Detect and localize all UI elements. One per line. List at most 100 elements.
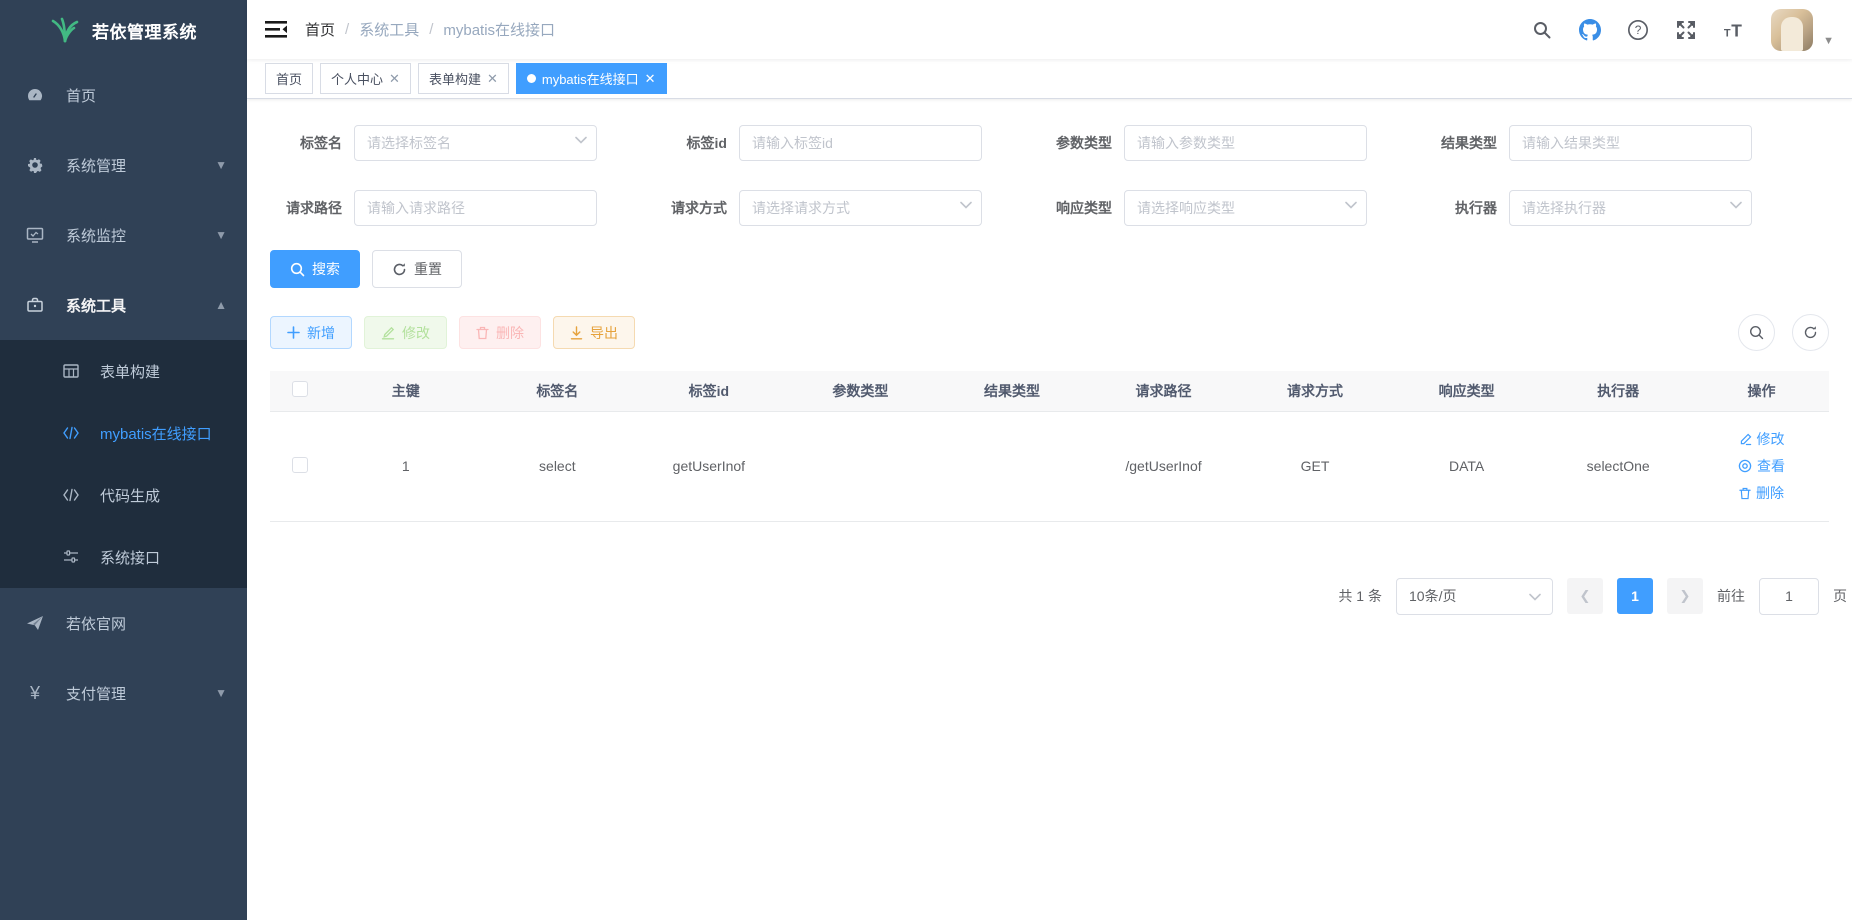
cell-request-path: /getUserInof bbox=[1088, 411, 1240, 521]
tag-id-input[interactable] bbox=[739, 125, 982, 161]
export-button[interactable]: 导出 bbox=[553, 316, 635, 349]
filter-request-method: 请求方式 bbox=[655, 190, 1040, 226]
filter-label: 参数类型 bbox=[1040, 133, 1124, 153]
edit-button[interactable]: 修改 bbox=[364, 316, 447, 349]
filter-param-type: 参数类型 bbox=[1040, 125, 1425, 161]
prev-page-button[interactable]: ❮ bbox=[1567, 578, 1603, 614]
table-tools bbox=[1738, 314, 1829, 351]
sidebar-item-label: 系统管理 bbox=[66, 155, 215, 176]
select-all-checkbox[interactable] bbox=[292, 381, 308, 397]
delete-button-label: 删除 bbox=[496, 323, 524, 343]
cell-executor: selectOne bbox=[1542, 411, 1694, 521]
top-navbar: 首页 / 系统工具 / mybatis在线接口 ? bbox=[247, 0, 1852, 59]
sidebar-collapse-icon[interactable] bbox=[265, 21, 287, 39]
breadcrumb-separator: / bbox=[429, 21, 433, 38]
executor-select[interactable] bbox=[1509, 190, 1752, 226]
tab-profile[interactable]: 个人中心 ✕ bbox=[320, 63, 411, 94]
sidebar-item-home[interactable]: 首页 bbox=[0, 60, 247, 130]
reset-button-label: 重置 bbox=[414, 259, 442, 279]
close-icon[interactable]: ✕ bbox=[487, 71, 498, 87]
search-button-label: 搜索 bbox=[312, 259, 340, 279]
table-row[interactable]: 1 select getUserInof /getUserInof GET DA… bbox=[270, 411, 1829, 521]
yen-icon: ¥ bbox=[24, 683, 46, 704]
sidebar-item-system-tools[interactable]: 系统工具 ▲ bbox=[0, 270, 247, 340]
help-icon[interactable]: ? bbox=[1627, 19, 1649, 41]
sidebar-item-official-site[interactable]: 若依官网 bbox=[0, 588, 247, 658]
search-icon[interactable] bbox=[1531, 19, 1553, 41]
table-toolbar: 新增 修改 删除 导出 bbox=[270, 314, 1829, 351]
user-avatar[interactable] bbox=[1771, 9, 1813, 51]
tab-home[interactable]: 首页 bbox=[265, 63, 313, 94]
close-icon[interactable]: ✕ bbox=[389, 71, 400, 87]
sidebar-item-mybatis-api[interactable]: mybatis在线接口 bbox=[0, 402, 247, 464]
close-icon[interactable]: ✕ bbox=[645, 71, 656, 87]
toolbox-icon bbox=[24, 296, 46, 314]
filter-label: 执行器 bbox=[1425, 198, 1509, 218]
column-header: 结果类型 bbox=[936, 371, 1088, 411]
search-form-row-2: 请求路径 请求方式 响应类型 bbox=[270, 190, 1829, 226]
result-type-input[interactable] bbox=[1509, 125, 1752, 161]
sidebar-item-label: 首页 bbox=[66, 85, 227, 106]
gear-icon bbox=[24, 156, 46, 174]
filter-request-path: 请求路径 bbox=[270, 190, 655, 226]
sidebar-item-system-api[interactable]: 系统接口 bbox=[0, 526, 247, 588]
search-button[interactable]: 搜索 bbox=[270, 250, 360, 288]
pagination-total: 共 1 条 bbox=[1338, 586, 1382, 606]
column-header: 请求路径 bbox=[1088, 371, 1240, 411]
edit-icon bbox=[1739, 433, 1752, 446]
response-type-select[interactable] bbox=[1124, 190, 1367, 226]
sidebar-item-form-builder[interactable]: 表单构建 bbox=[0, 340, 247, 402]
tag-name-select[interactable] bbox=[354, 125, 597, 161]
api-table: 主键 标签名 标签id 参数类型 结果类型 请求路径 请求方式 响应类型 执行器… bbox=[270, 371, 1829, 522]
svg-text:?: ? bbox=[1635, 23, 1642, 37]
column-header: 标签名 bbox=[482, 371, 634, 411]
search-actions: 搜索 重置 bbox=[270, 250, 1829, 288]
request-path-input[interactable] bbox=[354, 190, 597, 226]
chevron-down-icon: ▼ bbox=[215, 158, 227, 172]
page-number-button[interactable]: 1 bbox=[1617, 578, 1653, 614]
refresh-table-button[interactable] bbox=[1792, 314, 1829, 351]
goto-page-input[interactable] bbox=[1759, 578, 1819, 615]
code-icon bbox=[60, 488, 82, 502]
fullscreen-icon[interactable] bbox=[1675, 19, 1697, 41]
search-icon bbox=[290, 262, 305, 277]
tab-mybatis-api[interactable]: mybatis在线接口 ✕ bbox=[516, 63, 667, 94]
filter-tag-name: 标签名 bbox=[270, 125, 655, 161]
sidebar-item-label: 代码生成 bbox=[100, 485, 227, 506]
request-method-select[interactable] bbox=[739, 190, 982, 226]
row-view-link[interactable]: 查看 bbox=[1738, 456, 1785, 476]
delete-button[interactable]: 删除 bbox=[459, 316, 541, 349]
reset-button[interactable]: 重置 bbox=[372, 250, 462, 288]
sidebar-item-system-manage[interactable]: 系统管理 ▼ bbox=[0, 130, 247, 200]
user-menu[interactable]: ▼ bbox=[1771, 9, 1834, 51]
add-button-label: 新增 bbox=[307, 323, 335, 343]
sidebar-item-system-monitor[interactable]: 系统监控 ▼ bbox=[0, 200, 247, 270]
sliders-icon bbox=[60, 549, 82, 565]
breadcrumb-separator: / bbox=[345, 21, 349, 38]
github-icon[interactable] bbox=[1579, 19, 1601, 41]
param-type-input[interactable] bbox=[1124, 125, 1367, 161]
app-root: 若依管理系统 首页 系统管理 ▼ 系统监控 ▼ bbox=[0, 0, 1852, 920]
row-checkbox[interactable] bbox=[292, 457, 308, 473]
column-header: 标签id bbox=[633, 371, 785, 411]
column-header: 参数类型 bbox=[785, 371, 937, 411]
font-size-icon[interactable]: TT bbox=[1723, 19, 1745, 41]
filter-tag-id: 标签id bbox=[655, 125, 1040, 161]
cell-primary-key: 1 bbox=[330, 411, 482, 521]
tab-label: 个人中心 bbox=[331, 69, 383, 88]
show-search-toggle-button[interactable] bbox=[1738, 314, 1775, 351]
goto-label: 前往 bbox=[1717, 586, 1745, 606]
main-area: 首页 / 系统工具 / mybatis在线接口 ? bbox=[247, 0, 1852, 920]
tab-form-builder[interactable]: 表单构建 ✕ bbox=[418, 63, 509, 94]
eye-icon bbox=[1738, 459, 1752, 473]
row-delete-link[interactable]: 删除 bbox=[1739, 483, 1784, 503]
sidebar-item-code-gen[interactable]: 代码生成 bbox=[0, 464, 247, 526]
breadcrumb-home[interactable]: 首页 bbox=[305, 19, 335, 40]
next-page-button[interactable]: ❯ bbox=[1667, 578, 1703, 614]
tab-label: 首页 bbox=[276, 69, 302, 88]
row-edit-link[interactable]: 修改 bbox=[1739, 429, 1785, 449]
add-button[interactable]: 新增 bbox=[270, 316, 352, 349]
logo[interactable]: 若依管理系统 bbox=[0, 0, 247, 60]
row-edit-label: 修改 bbox=[1757, 429, 1785, 449]
sidebar-item-payment-manage[interactable]: ¥ 支付管理 ▼ bbox=[0, 658, 247, 728]
